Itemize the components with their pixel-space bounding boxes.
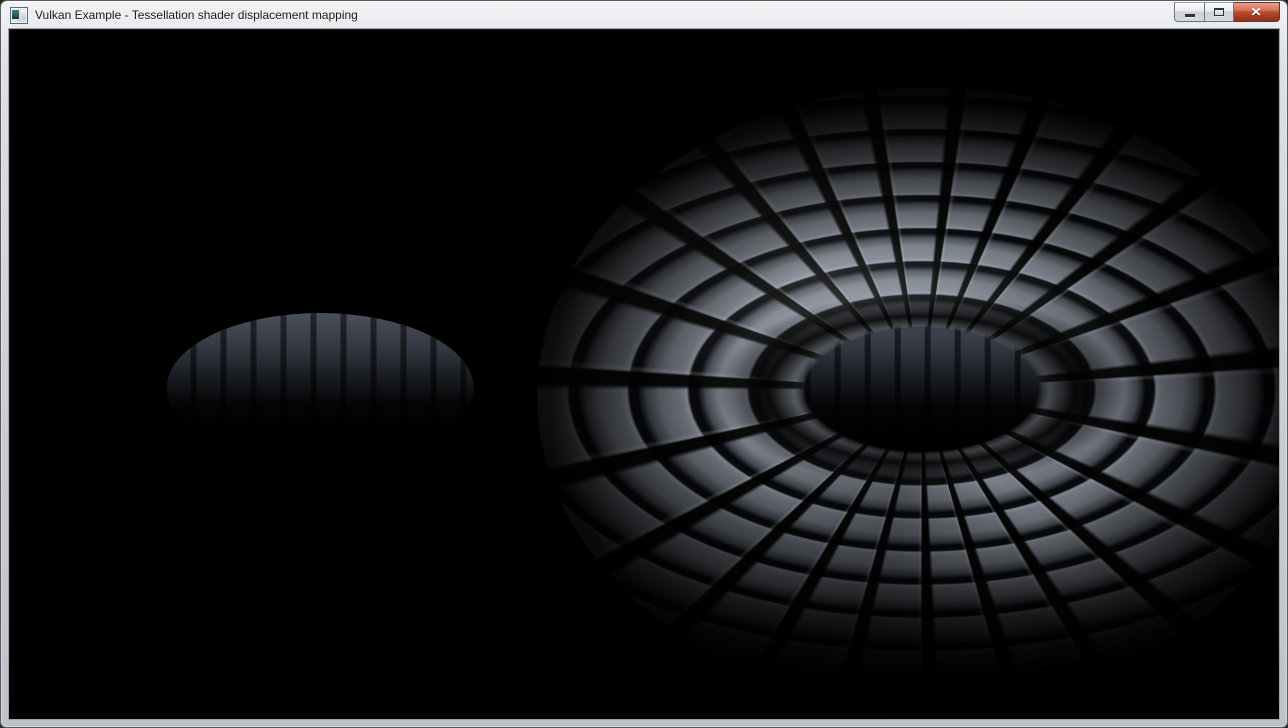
- maximize-button[interactable]: [1204, 2, 1234, 22]
- torus-right-displaced: [537, 87, 1279, 705]
- render-viewport[interactable]: [9, 29, 1279, 719]
- vulkan-app-icon: [10, 7, 28, 24]
- caption-button-group: ✕: [1174, 2, 1280, 22]
- window-title: Vulkan Example - Tessellation shader dis…: [35, 8, 358, 22]
- close-icon: ✕: [1251, 6, 1263, 18]
- minimize-button[interactable]: [1174, 2, 1204, 22]
- title-bar[interactable]: Vulkan Example - Tessellation shader dis…: [1, 1, 1287, 29]
- close-button[interactable]: ✕: [1234, 2, 1280, 22]
- minimize-icon: [1185, 14, 1195, 17]
- vulkan-example-window: Vulkan Example - Tessellation shader dis…: [0, 0, 1288, 728]
- maximize-icon: [1214, 8, 1224, 16]
